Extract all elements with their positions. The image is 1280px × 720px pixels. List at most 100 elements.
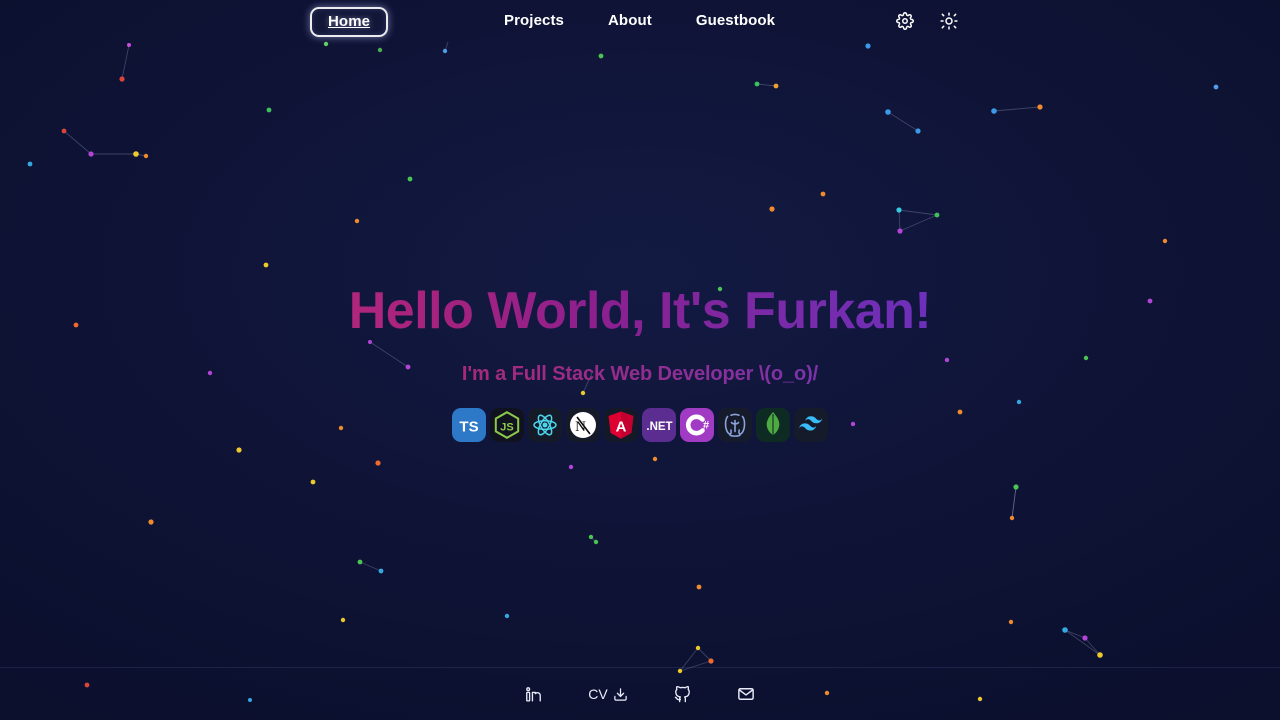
- nav-link-home[interactable]: Home: [310, 7, 389, 37]
- svg-text:A: A: [616, 418, 627, 435]
- star-dot: [885, 109, 891, 115]
- email-link[interactable]: [737, 685, 755, 703]
- constellation-line: [1064, 629, 1101, 656]
- constellation-line: [359, 561, 382, 572]
- svg-text:#: #: [703, 419, 709, 431]
- tech-icon-mongodb[interactable]: [755, 407, 790, 442]
- page-title: Hello World, It's Furkan!: [348, 282, 932, 341]
- hero-section: Hello World, It's Furkan! I'm a Full Sta…: [0, 0, 1280, 668]
- constellation-line: [887, 111, 919, 132]
- star-dot: [310, 479, 316, 485]
- star-dot: [88, 151, 94, 157]
- star-dot: [377, 47, 383, 53]
- star-dot: [652, 456, 658, 462]
- constellation-line: [1064, 629, 1086, 639]
- footer-bar: CV: [0, 667, 1280, 720]
- nav-home-wrapper: Home: [310, 7, 389, 37]
- star-dot: [773, 83, 779, 89]
- star-dot: [708, 658, 714, 664]
- star-dot: [263, 262, 269, 268]
- nav-link-guestbook[interactable]: Guestbook: [696, 12, 775, 29]
- constellation-line: [898, 209, 938, 216]
- star-dot: [236, 447, 242, 453]
- linkedin-link[interactable]: [525, 686, 542, 703]
- star-dot: [207, 370, 213, 376]
- star-dot: [991, 108, 997, 114]
- nav-link-projects[interactable]: Projects: [504, 12, 564, 29]
- constellation-line: [697, 647, 712, 662]
- tech-icon-postgresql[interactable]: [717, 407, 752, 442]
- tech-icon-csharp[interactable]: #: [679, 407, 714, 442]
- svg-text:TS: TS: [459, 418, 478, 435]
- tech-stack-row: TS JS N A .NET #: [349, 407, 932, 442]
- star-dot: [588, 534, 594, 540]
- star-dot: [896, 207, 902, 213]
- tech-icon-nextjs[interactable]: N: [565, 407, 600, 442]
- tech-icon-angular[interactable]: A: [603, 407, 638, 442]
- tech-icon-typescript[interactable]: TS: [451, 407, 486, 442]
- star-dot: [375, 460, 381, 466]
- constellation-line: [444, 41, 449, 52]
- download-icon: [613, 687, 628, 702]
- svg-text:.NET: .NET: [646, 421, 672, 433]
- star-dot: [934, 212, 940, 218]
- star-dot: [598, 53, 604, 59]
- star-dot: [1097, 652, 1103, 658]
- hero-inner: Hello World, It's Furkan! I'm a Full Sta…: [348, 282, 932, 442]
- constellation-line: [121, 44, 130, 80]
- star-dot: [897, 228, 903, 234]
- sun-icon[interactable]: [940, 12, 958, 30]
- constellation-line: [898, 209, 901, 232]
- tech-icon-nodejs[interactable]: JS: [489, 407, 524, 442]
- nav-link-about[interactable]: About: [608, 12, 652, 29]
- star-dot: [378, 568, 384, 574]
- star-dot: [119, 76, 125, 82]
- star-dot: [1147, 298, 1153, 304]
- star-dot: [593, 539, 599, 545]
- github-link[interactable]: [674, 685, 691, 703]
- star-dot: [148, 519, 154, 525]
- star-dot: [957, 409, 963, 415]
- star-dot: [266, 107, 272, 113]
- gear-icon[interactable]: [896, 12, 914, 30]
- star-dot: [127, 43, 131, 47]
- star-dot: [1213, 84, 1219, 90]
- star-dot: [442, 48, 448, 54]
- nav-links-group: Projects About Guestbook: [504, 12, 775, 29]
- star-dot: [61, 128, 67, 134]
- star-dot: [915, 128, 921, 134]
- star-dot: [1037, 104, 1043, 110]
- star-dot: [769, 206, 775, 212]
- star-dot: [407, 176, 413, 182]
- star-dot: [1062, 627, 1068, 633]
- star-dot: [1083, 355, 1089, 361]
- star-dot: [1162, 238, 1168, 244]
- cv-download-link[interactable]: CV: [588, 686, 627, 702]
- hero-subtitle: I'm a Full Stack Web Developer \(o_o)/: [349, 363, 932, 386]
- constellation-line: [1084, 637, 1101, 656]
- constellation-line: [993, 106, 1041, 112]
- constellation-line: [63, 130, 92, 155]
- star-dot: [338, 425, 344, 431]
- constellation-line: [899, 214, 938, 232]
- tech-icon-tailwind[interactable]: [793, 407, 828, 442]
- star-dot: [133, 151, 139, 157]
- tech-icon-react[interactable]: [527, 407, 562, 442]
- star-dot: [1082, 635, 1088, 641]
- star-dot: [340, 617, 346, 623]
- top-navigation-bar: Home Projects About Guestbook: [0, 0, 1280, 42]
- cv-label: CV: [588, 686, 608, 702]
- star-dot: [695, 645, 701, 651]
- star-dot: [865, 43, 871, 49]
- star-dot: [354, 218, 360, 224]
- linkedin-icon: [525, 686, 542, 703]
- star-dot: [504, 613, 510, 619]
- github-icon: [674, 685, 691, 703]
- star-dot: [1016, 399, 1022, 405]
- star-dot: [1008, 619, 1014, 625]
- star-dot: [357, 559, 363, 565]
- email-icon: [737, 685, 755, 703]
- tech-icon-dotnet[interactable]: .NET: [641, 407, 676, 442]
- constellation-line: [590, 536, 597, 543]
- svg-text:JS: JS: [500, 421, 513, 433]
